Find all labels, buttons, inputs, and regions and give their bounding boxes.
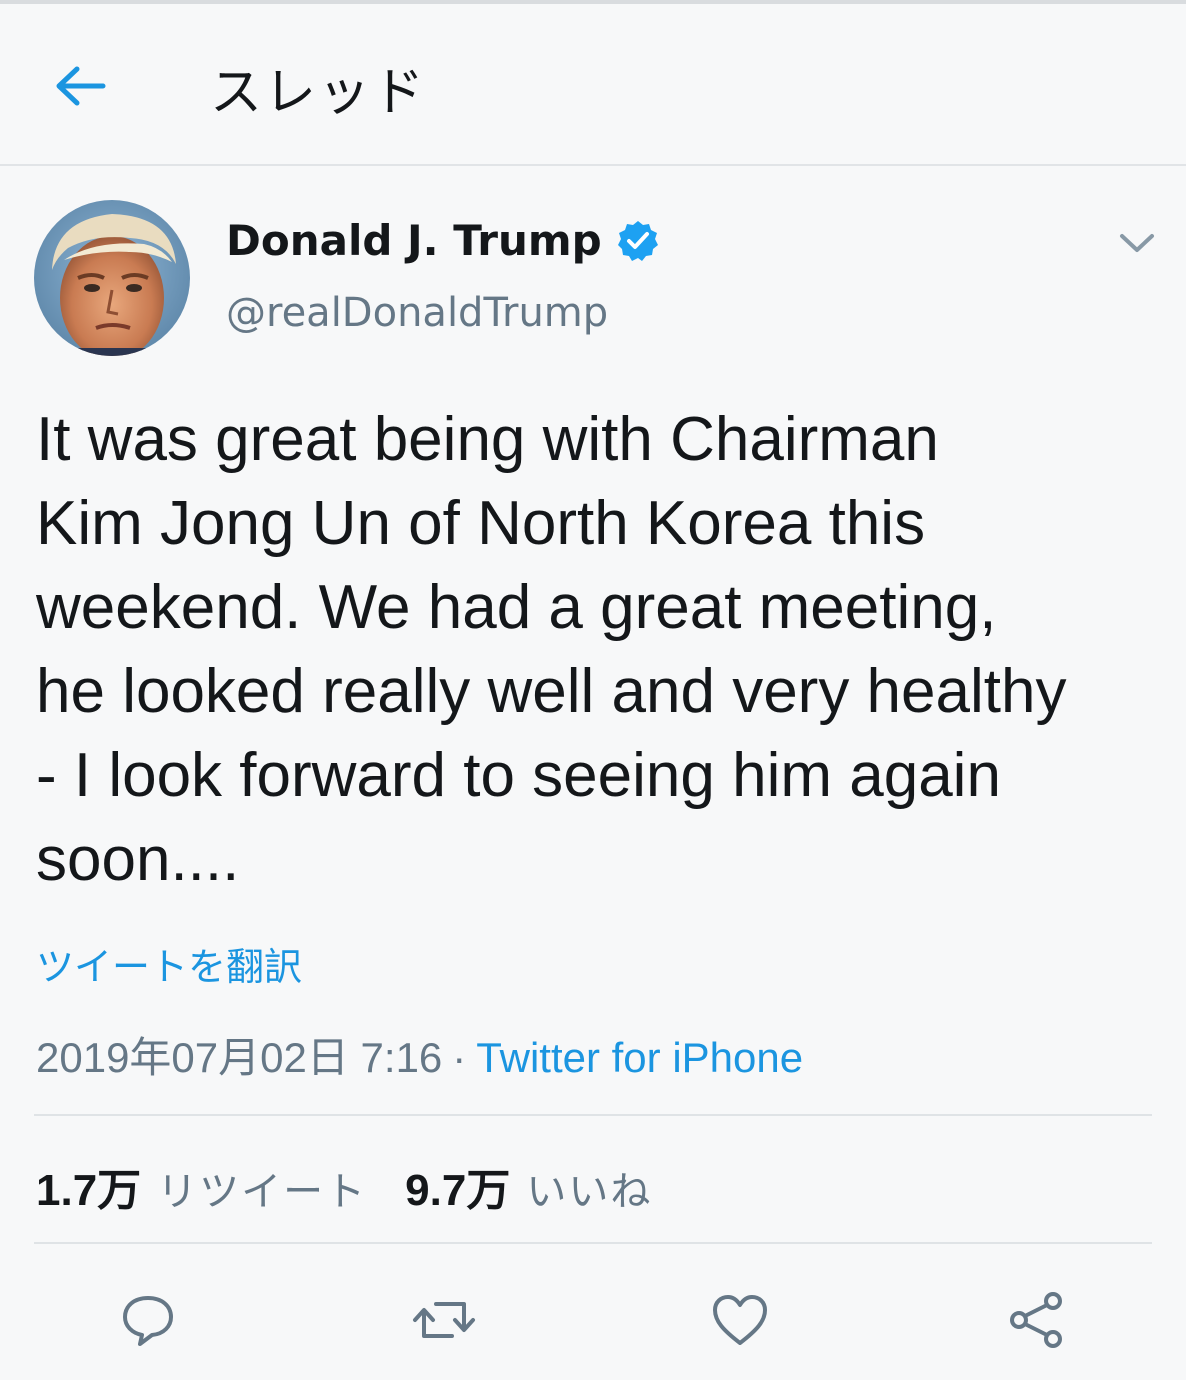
more-options-button[interactable] — [1116, 224, 1158, 260]
author-handle[interactable]: @realDonaldTrump — [226, 290, 608, 336]
chevron-down-icon — [1120, 234, 1154, 252]
reply-icon — [123, 1296, 173, 1346]
author-name-row: Donald J. Trump — [226, 216, 660, 265]
retweet-icon — [413, 1302, 475, 1338]
retweet-count-stat[interactable]: 1.7万 リツイート — [36, 1154, 367, 1218]
like-label: いいね — [526, 1169, 653, 1215]
author-display-name[interactable]: Donald J. Trump — [226, 216, 602, 265]
share-icon — [1010, 1292, 1062, 1348]
verified-badge-icon — [617, 220, 658, 261]
translate-tweet-link[interactable]: ツイートを翻訳 — [36, 936, 302, 991]
tweet-actions-bar — [0, 1276, 1186, 1356]
avatar[interactable] — [34, 200, 190, 356]
retweet-button[interactable] — [412, 1288, 476, 1352]
heart-icon — [713, 1295, 767, 1345]
back-arrow-icon — [56, 66, 106, 106]
tweet-source-link[interactable]: Twitter for iPhone — [476, 1034, 803, 1082]
reply-button[interactable] — [116, 1288, 180, 1352]
divider — [34, 1114, 1152, 1116]
retweet-label: リツイート — [157, 1169, 368, 1215]
meta-separator: · — [452, 1034, 467, 1081]
tweet-timestamp: 2019年07月02日 7:16 — [36, 1034, 443, 1081]
retweet-count: 1.7万 — [36, 1166, 142, 1215]
like-count-stat[interactable]: 9.7万 いいね — [405, 1154, 652, 1218]
like-button[interactable] — [708, 1288, 772, 1352]
page-title: スレッド — [210, 63, 427, 123]
thread-header: スレッド — [0, 4, 1186, 166]
back-button[interactable] — [48, 56, 112, 116]
divider — [34, 1242, 1152, 1244]
share-button[interactable] — [1004, 1288, 1068, 1352]
like-count: 9.7万 — [405, 1166, 511, 1215]
tweet-stats: 1.7万 リツイート 9.7万 いいね — [36, 1154, 690, 1218]
tweet-detail: Donald J. Trump @realDonaldTrump It was … — [0, 166, 1186, 1380]
tweet-text: It was great being with Chairman Kim Jon… — [36, 405, 1067, 894]
tweet-meta: 2019年07月02日 7:16 · Twitter for iPhone — [36, 1024, 803, 1085]
